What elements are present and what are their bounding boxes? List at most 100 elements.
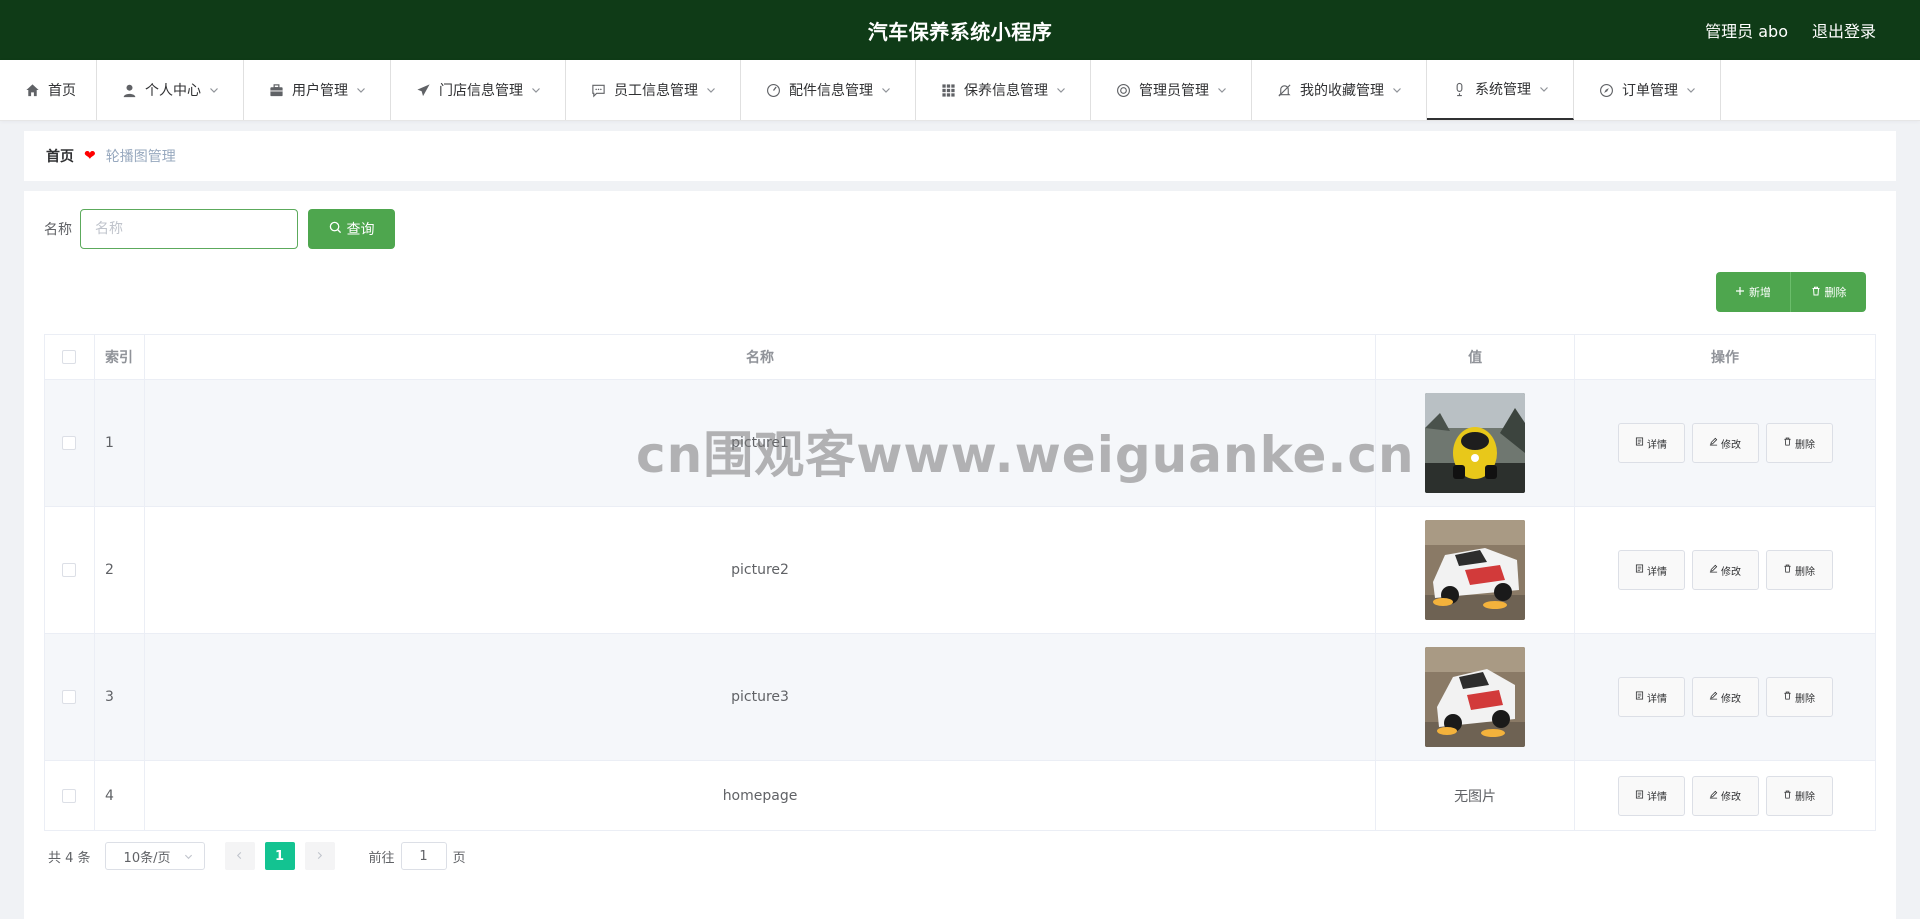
delete-label: 删除 [1795, 566, 1816, 578]
nav-item-store-management[interactable]: 门店信息管理 [391, 60, 566, 120]
next-page-button[interactable] [304, 842, 335, 870]
breadcrumb-home[interactable]: 首页 [46, 146, 74, 166]
batch-delete-button[interactable]: 删除 [1791, 272, 1866, 312]
nav-item-favorites-management[interactable]: 我的收藏管理 [1252, 60, 1427, 120]
row-checkbox[interactable] [62, 690, 77, 704]
select-all-checkbox[interactable] [62, 350, 77, 364]
nav-item-maintenance-management[interactable]: 保养信息管理 [916, 60, 1091, 120]
breadcrumb: 首页 ❤ 轮播图管理 [24, 131, 1896, 181]
detail-label: 详情 [1647, 439, 1668, 451]
detail-button[interactable]: 详情 [1617, 423, 1685, 463]
detail-button[interactable]: 详情 [1617, 550, 1685, 590]
trash-icon [1811, 286, 1821, 299]
chevron-down-icon [1217, 85, 1227, 95]
delete-label: 删除 [1795, 693, 1816, 705]
document-icon [1635, 691, 1644, 703]
delete-label: 删除 [1795, 792, 1816, 803]
page-number-current[interactable]: 1 [264, 842, 295, 870]
delete-button[interactable]: 删除 [1765, 775, 1833, 816]
top-header: 汽车保养系统小程序 管理员 abo 退出登录 [0, 0, 1920, 60]
row-name: homepage [143, 760, 1377, 831]
detail-button[interactable]: 详情 [1617, 677, 1685, 717]
row-checkbox[interactable] [62, 788, 77, 803]
chevron-down-icon [1539, 84, 1549, 94]
pencil-icon [1709, 790, 1718, 802]
row-checkbox[interactable] [62, 563, 77, 577]
document-icon [1635, 437, 1644, 449]
row-index: 1 [93, 379, 145, 507]
document-icon [1635, 789, 1644, 802]
trash-icon [1783, 790, 1792, 802]
chat-icon [590, 82, 606, 98]
pencil-icon [1709, 437, 1718, 449]
page-size-select[interactable]: 10条/页 [104, 842, 205, 870]
row-name: picture3 [143, 633, 1377, 761]
chevron-down-icon [1392, 85, 1402, 95]
row-name: picture1 [143, 379, 1377, 507]
nav-label: 配件信息管理 [789, 83, 873, 99]
pagination-total: 共 4 条 [48, 850, 91, 866]
row-actions-cell: 详情 修改 删除 [1574, 633, 1876, 761]
edit-label: 修改 [1721, 439, 1742, 451]
search-icon [329, 221, 342, 238]
white-race-car-image[interactable] [1425, 520, 1526, 620]
detail-label: 详情 [1647, 792, 1668, 803]
delete-button[interactable]: 删除 [1765, 423, 1833, 463]
search-button[interactable]: 查询 [308, 209, 395, 249]
edit-button[interactable]: 修改 [1691, 775, 1759, 816]
detail-button[interactable]: 详情 [1617, 775, 1685, 816]
nav-label: 我的收藏管理 [1300, 83, 1384, 99]
compass-icon [1598, 82, 1614, 98]
chevron-down-icon [356, 85, 366, 95]
nav-label: 订单管理 [1622, 83, 1678, 99]
nav-item-staff-management[interactable]: 员工信息管理 [566, 60, 741, 120]
nav-item-parts-management[interactable]: 配件信息管理 [741, 60, 916, 120]
row-value-cell [1375, 379, 1576, 507]
pagination: 共 4 条 10条/页 1 前往 页 [48, 842, 466, 870]
chevron-down-icon [531, 85, 541, 95]
trash-icon [1783, 437, 1792, 449]
user-icon [121, 82, 137, 98]
grid-icon [940, 82, 956, 98]
nav-label: 员工信息管理 [614, 83, 698, 99]
delete-button[interactable]: 删除 [1765, 550, 1833, 590]
edit-label: 修改 [1721, 566, 1742, 578]
nav-item-admin-management[interactable]: 管理员管理 [1091, 60, 1252, 120]
nav-item-personal-center[interactable]: 个人中心 [97, 60, 244, 120]
search-form: 名称 查询 [44, 209, 395, 249]
prev-page-button[interactable] [224, 842, 255, 870]
toolbar-actions: 新增 删除 [1716, 272, 1866, 312]
row-checkbox[interactable] [62, 436, 77, 450]
nav-item-order-management[interactable]: 订单管理 [1574, 60, 1721, 120]
nav-item-home[interactable]: 首页 [0, 60, 97, 120]
table-row: 1 picture1 详情 修改 删除 [44, 379, 1876, 507]
search-button-label: 查询 [346, 222, 375, 238]
edit-label: 修改 [1721, 792, 1742, 803]
goto-page-input[interactable] [400, 842, 447, 870]
add-button[interactable]: 新增 [1716, 272, 1791, 312]
row-index: 3 [93, 633, 145, 761]
document-icon [1635, 564, 1644, 576]
nav-item-user-management[interactable]: 用户管理 [244, 60, 391, 120]
edit-button[interactable]: 修改 [1691, 550, 1759, 590]
plus-icon [1735, 286, 1745, 299]
lifebuoy-icon [1115, 82, 1131, 98]
logout-link[interactable]: 退出登录 [1812, 18, 1876, 42]
name-search-input[interactable] [80, 209, 298, 249]
delete-button[interactable]: 删除 [1765, 677, 1833, 717]
home-icon [24, 82, 40, 98]
yellow-race-car-image[interactable] [1425, 393, 1526, 493]
nav-item-system-management[interactable]: 系统管理 [1427, 60, 1574, 120]
row-select-cell [44, 633, 95, 761]
nav-label: 管理员管理 [1139, 83, 1209, 99]
trash-icon [1783, 691, 1792, 703]
edit-button[interactable]: 修改 [1691, 677, 1759, 717]
gauge-icon [765, 82, 781, 98]
row-select-cell [44, 760, 95, 831]
chevron-left-icon [235, 849, 244, 864]
white-race-car-image[interactable] [1425, 647, 1526, 747]
edit-button[interactable]: 修改 [1691, 423, 1759, 463]
row-value-cell [1375, 506, 1576, 634]
chevron-down-icon [1056, 85, 1066, 95]
nav-label: 个人中心 [145, 83, 201, 99]
